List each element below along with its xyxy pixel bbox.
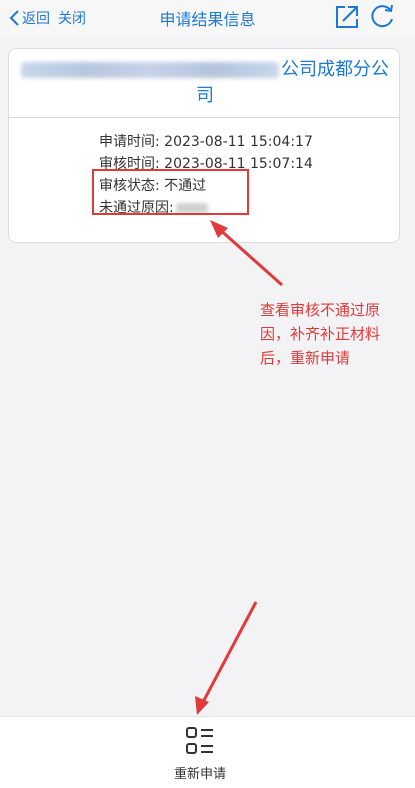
apply-time-row: 申请时间: 2023-08-11 15:04:17	[99, 131, 313, 151]
list-icon[interactable]	[184, 725, 216, 757]
redacted-company-prefix	[21, 62, 279, 78]
top-nav-bar: 返回 关闭 申请结果信息	[0, 0, 415, 36]
share-icon[interactable]	[334, 4, 360, 30]
apply-time-value: 2023-08-11 15:04:17	[164, 134, 313, 150]
card-divider	[9, 117, 399, 118]
annotation-arrow-lower	[200, 601, 258, 705]
bottom-action-bar: 重新申请	[0, 716, 415, 788]
annotation-arrowhead-lower	[195, 696, 209, 715]
annotation-highlight-box	[92, 169, 249, 215]
refresh-icon[interactable]	[368, 2, 396, 30]
apply-time-label: 申请时间:	[99, 134, 160, 150]
company-name-suffix: 公司成都分公	[281, 59, 389, 80]
reapply-button[interactable]: 重新申请	[0, 763, 400, 782]
annotation-note: 查看审核不通过原因，补齐补正材料后，重新申请	[260, 301, 381, 367]
company-name-line2: 司	[196, 85, 214, 106]
company-name: 公司成都分公 司	[9, 57, 401, 109]
